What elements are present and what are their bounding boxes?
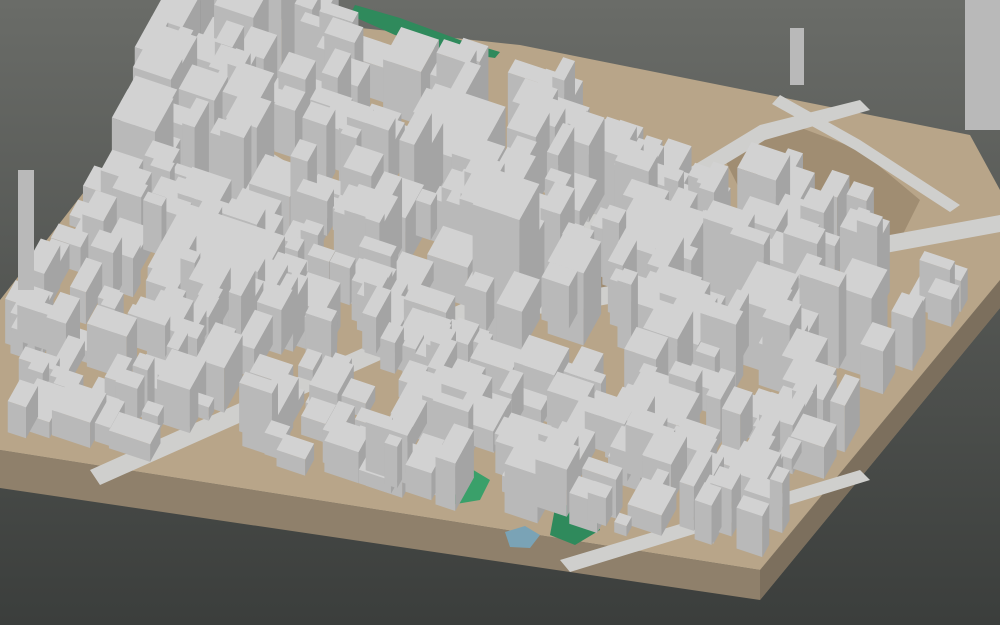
tower-far-right [965, 0, 1000, 130]
tower-far-left [18, 170, 34, 290]
building-right-face [735, 311, 744, 389]
building [736, 495, 770, 558]
building [927, 277, 960, 328]
building-left-face [7, 401, 27, 439]
building-right-face [838, 273, 847, 369]
building [415, 188, 438, 241]
building-left-face [274, 104, 295, 159]
building-left-face [694, 500, 712, 545]
building [587, 480, 613, 527]
building-left-face [679, 481, 694, 531]
building-left-face [435, 456, 456, 512]
building [384, 433, 403, 489]
building-left-face [860, 344, 884, 395]
building-left-face [769, 478, 783, 534]
building [769, 465, 790, 534]
building-left-face [736, 507, 763, 558]
building-left-face [362, 312, 377, 354]
tower-north-east [790, 28, 804, 85]
building-left-face [415, 200, 431, 241]
building-left-face [380, 338, 395, 374]
building-left-face [721, 408, 741, 452]
building [891, 292, 924, 371]
building [541, 261, 578, 329]
city-model-scene [0, 0, 1000, 625]
building-left-face [384, 442, 398, 489]
